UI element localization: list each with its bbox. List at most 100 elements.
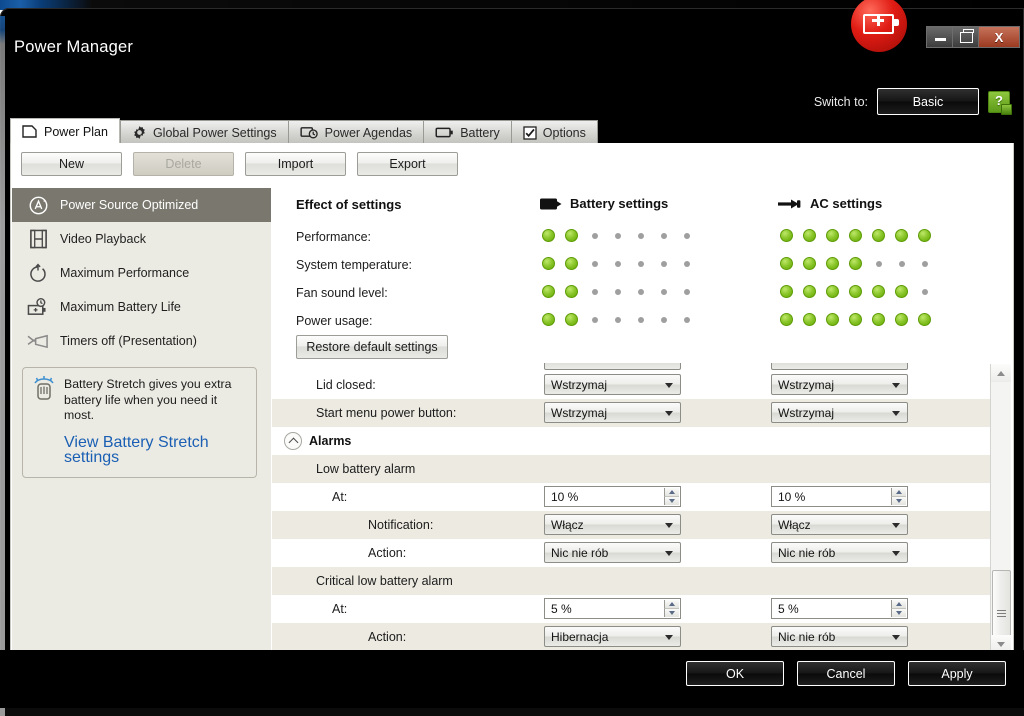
new-button[interactable]: New [21, 152, 122, 176]
meter-dot-on [780, 285, 793, 298]
sidebar-item-label: Video Playback [60, 232, 146, 246]
dropdown-button[interactable] [771, 363, 908, 370]
minimize-button[interactable] [926, 26, 953, 48]
footer-buttons: OK Cancel Apply [686, 661, 1006, 686]
spinner-down-button[interactable] [664, 497, 679, 505]
meter-dot-off [660, 232, 667, 239]
dropdown-value: Włącz [551, 517, 584, 532]
meter-dot-off [637, 316, 644, 323]
meter-dot-on [918, 229, 931, 242]
agenda-clock-icon [300, 127, 318, 139]
dropdown-value: Wstrzymaj [778, 377, 834, 392]
dropdown-button[interactable]: Nic nie rób [771, 626, 908, 647]
dropdown-button[interactable]: Wstrzymaj [544, 402, 681, 423]
chevron-down-icon [665, 411, 673, 416]
switch-to-basic-button[interactable]: Basic [877, 88, 979, 115]
sidebar-item-maximum-battery-life[interactable]: Maximum Battery Life [12, 290, 271, 324]
meter-dot-off [683, 316, 690, 323]
ok-button[interactable]: OK [686, 661, 784, 686]
sidebar-item-timers-off-presentation[interactable]: Timers off (Presentation) [12, 324, 271, 358]
import-button[interactable]: Import [245, 152, 346, 176]
scroll-up-arrow-icon [997, 370, 1005, 376]
meter-dot-on [565, 313, 578, 326]
scroll-up-button[interactable] [991, 364, 1011, 382]
chevron-down-icon [665, 383, 673, 388]
maximize-button[interactable] [952, 26, 979, 48]
tab-power-plan-label: Power Plan [44, 124, 108, 139]
tab-battery[interactable]: Battery [423, 120, 511, 144]
spinner-down-arrow-icon [669, 611, 675, 615]
battery-logo-icon [863, 14, 899, 34]
sidebar-item-power-source-optimized[interactable]: Power Source Optimized [12, 188, 271, 222]
tab-global-power-settings-label: Global Power Settings [152, 125, 277, 140]
dropdown-button[interactable]: Hibernacja [544, 626, 681, 647]
presentation-icon [26, 329, 50, 353]
settings-group-header[interactable]: Alarms [272, 427, 990, 455]
view-battery-stretch-settings-link[interactable]: View Battery Stretch settings [64, 434, 246, 466]
meter-dot-on [780, 313, 793, 326]
battery-meter [542, 257, 693, 270]
apply-button[interactable]: Apply [908, 661, 1006, 686]
dropdown-value: Nic nie rób [551, 545, 609, 560]
chevron-down-icon [665, 523, 673, 528]
settings-scrollbar[interactable] [990, 364, 1011, 656]
spinner-up-button[interactable] [891, 600, 906, 609]
effect-row-label: System temperature: [296, 258, 413, 272]
dropdown-button[interactable]: Wstrzymaj [771, 374, 908, 395]
spinner-input[interactable]: 10 % [771, 486, 908, 507]
close-button[interactable]: X [978, 26, 1020, 48]
dropdown-button[interactable]: Włącz [544, 514, 681, 535]
scroll-down-arrow-icon [997, 641, 1005, 647]
meter-dot-on [803, 285, 816, 298]
settings-list: Lid closed: Wstrzymaj Wstrzymaj Start menu … [272, 363, 990, 651]
chevron-down-icon [892, 383, 900, 388]
dropdown-button[interactable]: Włącz [771, 514, 908, 535]
meter-dot-off [875, 260, 882, 267]
spinner-up-button[interactable] [664, 600, 679, 609]
meter-dot-on [542, 229, 555, 242]
spinner-buttons [664, 600, 679, 617]
spinner-down-button[interactable] [891, 609, 906, 617]
spinner-up-button[interactable] [664, 488, 679, 497]
restore-default-settings-button[interactable]: Restore default settings [296, 335, 448, 359]
spinner-input[interactable]: 10 % [544, 486, 681, 507]
dropdown-button[interactable]: Nic nie rób [771, 542, 908, 563]
setting-dropdown: Włącz [544, 514, 681, 535]
spinner-input[interactable]: 5 % [771, 598, 908, 619]
switch-mode-row: Switch to: Basic ? [814, 88, 1012, 115]
tab-options[interactable]: Options [510, 120, 598, 144]
help-button[interactable]: ? [988, 90, 1012, 115]
auto-a-icon [26, 193, 50, 217]
setting-dropdown: Hibernacja [544, 626, 681, 647]
spinner-down-button[interactable] [664, 609, 679, 617]
spinner-down-button[interactable] [891, 497, 906, 505]
spinner-input[interactable]: 5 % [544, 598, 681, 619]
dropdown-button[interactable]: Wstrzymaj [771, 402, 908, 423]
collapse-chevron-up-icon[interactable] [284, 432, 302, 450]
meter-dot-off [614, 260, 621, 267]
spinner-buttons [891, 488, 906, 505]
spinner-up-button[interactable] [891, 488, 906, 497]
dropdown-button[interactable]: Nic nie rób [544, 542, 681, 563]
cancel-button[interactable]: Cancel [797, 661, 895, 686]
tab-power-plan[interactable]: Power Plan [10, 118, 120, 144]
scrollbar-grip-icon [997, 609, 1006, 617]
effect-of-settings-title: Effect of settings [296, 197, 402, 212]
settings-scroll-viewport: Lid closed: Wstrzymaj Wstrzymaj Start menu … [272, 363, 1012, 654]
spinner-up-arrow-icon [669, 602, 675, 606]
meter-dot-on [780, 229, 793, 242]
tab-power-agendas[interactable]: Power Agendas [287, 120, 424, 144]
sidebar-item-maximum-performance[interactable]: Maximum Performance [12, 256, 271, 290]
tab-global-power-settings[interactable]: Global Power Settings [119, 120, 288, 144]
setting-dropdown [544, 363, 681, 370]
stretch-hand-icon [32, 376, 56, 401]
meter-dot-on [565, 285, 578, 298]
power-manager-window: Power Manager X Switch to: Basic ? Power… [0, 0, 1024, 716]
setting-dropdown: Wstrzymaj [771, 374, 908, 395]
dropdown-button[interactable] [544, 363, 681, 370]
dropdown-button[interactable]: Wstrzymaj [544, 374, 681, 395]
meter-dot-off [591, 232, 598, 239]
settings-row-partial [272, 363, 990, 371]
sidebar-item-video-playback[interactable]: Video Playback [12, 222, 271, 256]
export-button[interactable]: Export [357, 152, 458, 176]
